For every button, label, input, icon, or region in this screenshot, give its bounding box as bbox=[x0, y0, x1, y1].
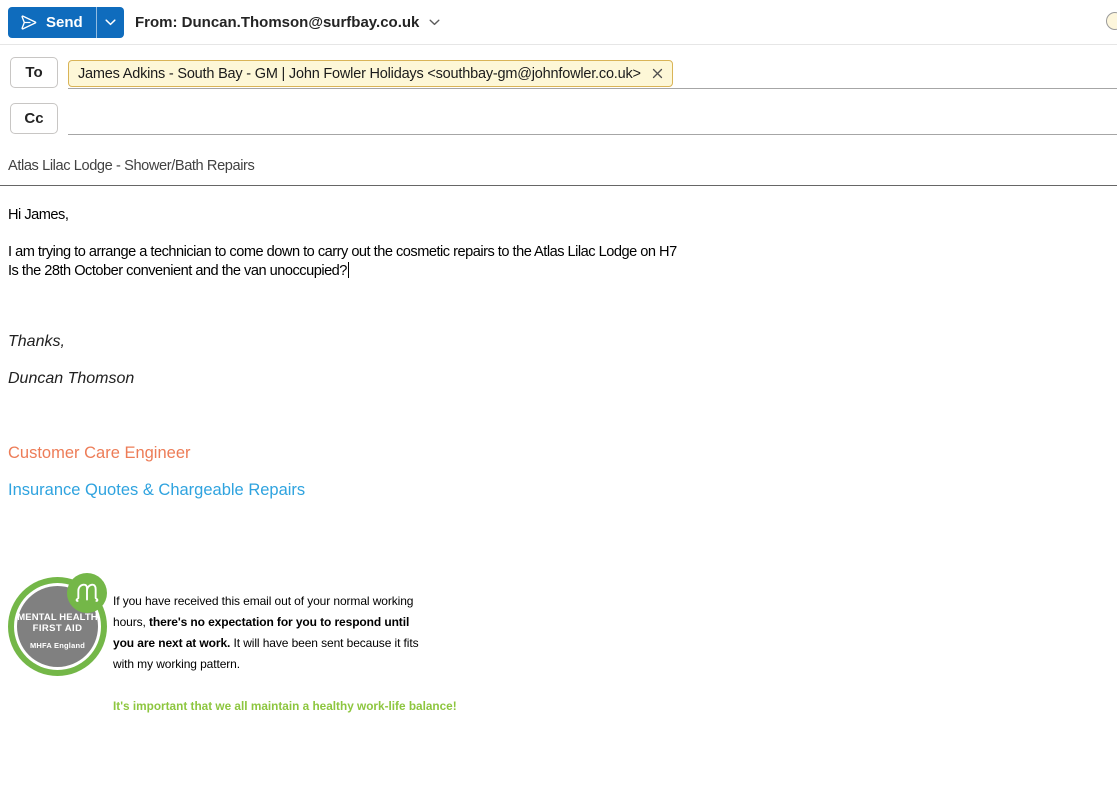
chevron-down-icon bbox=[105, 19, 116, 26]
body-greeting: Hi James, bbox=[8, 207, 69, 223]
work-life-balance-note: It's important that we all maintain a he… bbox=[113, 699, 457, 713]
recipient-chip[interactable]: James Adkins - South Bay - GM | John Fow… bbox=[68, 60, 673, 87]
close-icon bbox=[652, 68, 662, 79]
subject-field[interactable]: Atlas Lilac Lodge - Shower/Bath Repairs bbox=[8, 158, 255, 174]
cc-button[interactable]: Cc bbox=[10, 103, 58, 134]
mhfa-m-badge bbox=[67, 573, 107, 613]
remove-recipient-button[interactable] bbox=[652, 68, 663, 79]
body-closing: Thanks, bbox=[8, 333, 65, 350]
from-selector[interactable]: From: Duncan.Thomson@surfbay.co.uk bbox=[135, 7, 440, 38]
signature-role: Customer Care Engineer bbox=[8, 444, 191, 462]
wp-seg: It will have been sent because it fits bbox=[230, 636, 419, 650]
wp-seg: hours, bbox=[113, 615, 149, 629]
working-pattern-line: you are next at work. It will have been … bbox=[113, 633, 419, 654]
from-address-label: From: Duncan.Thomson@surfbay.co.uk bbox=[135, 14, 420, 31]
subject-divider bbox=[0, 185, 1117, 186]
wp-seg-bold: there's no expectation for you to respon… bbox=[149, 615, 410, 629]
chevron-down-icon bbox=[429, 19, 440, 26]
mhfa-title-line2: FIRST AID bbox=[32, 622, 83, 634]
working-pattern-line: with my working pattern. bbox=[113, 654, 419, 675]
cc-button-label: Cc bbox=[24, 110, 44, 127]
send-button[interactable]: Send bbox=[8, 7, 96, 38]
signature-team: Insurance Quotes & Chargeable Repairs bbox=[8, 481, 306, 499]
cc-field-underline[interactable] bbox=[68, 134, 1117, 135]
body-paragraph-line2: Is the 28th October convenient and the v… bbox=[8, 262, 350, 279]
send-split-button[interactable]: Send bbox=[8, 7, 124, 38]
body-paragraph-line2-text: Is the 28th October convenient and the v… bbox=[8, 263, 347, 279]
signature-name: Duncan Thomson bbox=[8, 370, 135, 387]
recipient-chip-label: James Adkins - South Bay - GM | John Fow… bbox=[78, 65, 641, 82]
mhfa-logo: MENTAL HEALTH FIRST AID MHFA England bbox=[8, 573, 107, 676]
email-compose-window: Send From: Duncan.Thomson@surfbay.co.uk … bbox=[0, 0, 1117, 806]
body-paragraph-line1: I am trying to arrange a technician to c… bbox=[8, 244, 677, 260]
working-pattern-line: If you have received this email out of y… bbox=[113, 591, 419, 612]
send-button-label: Send bbox=[46, 14, 83, 31]
to-button[interactable]: To bbox=[10, 57, 58, 88]
send-options-dropdown[interactable] bbox=[97, 7, 124, 38]
send-icon bbox=[19, 13, 38, 32]
to-field-underline[interactable] bbox=[68, 88, 1117, 89]
wp-seg: with my working pattern. bbox=[113, 657, 240, 671]
working-pattern-text: If you have received this email out of y… bbox=[113, 591, 419, 675]
wp-seg-bold: you are next at work. bbox=[113, 636, 231, 650]
working-pattern-line: hours, there's no expectation for you to… bbox=[113, 612, 419, 633]
truncated-toolbar-icon[interactable] bbox=[1106, 12, 1117, 30]
wp-seg: If you have received this email out of y… bbox=[113, 594, 414, 608]
to-button-label: To bbox=[25, 64, 43, 81]
header-divider bbox=[0, 44, 1117, 45]
mhfa-subtitle: MHFA England bbox=[29, 640, 86, 650]
text-caret bbox=[347, 262, 350, 278]
mhfa-title-line1: MENTAL HEALTH bbox=[17, 611, 98, 623]
mhfa-m-icon bbox=[75, 583, 99, 602]
